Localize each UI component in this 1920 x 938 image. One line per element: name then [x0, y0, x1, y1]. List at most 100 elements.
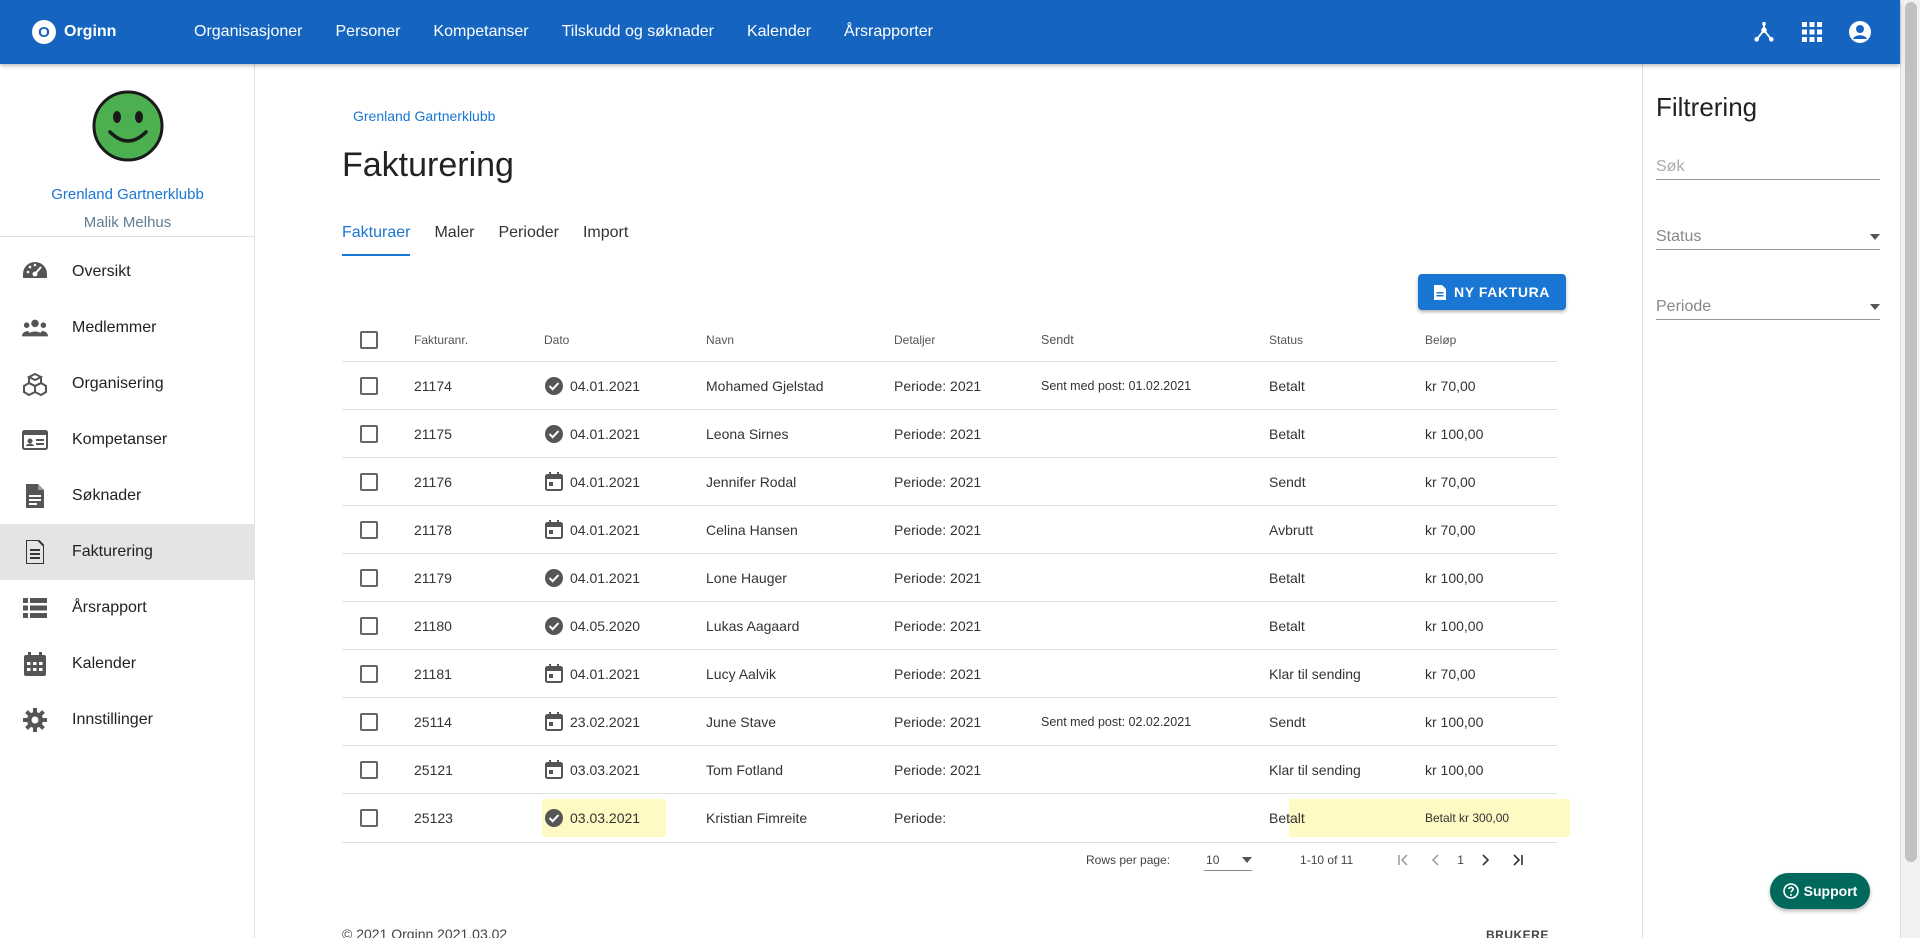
header-date[interactable]: Dato	[544, 333, 706, 347]
invoice-status: Avbrutt	[1269, 521, 1314, 538]
invoice-number: 21180	[414, 617, 452, 634]
select-all-checkbox[interactable]	[360, 330, 378, 349]
invoice-details: Periode: 2021	[894, 521, 982, 538]
row-checkbox[interactable]	[360, 520, 378, 539]
period-select[interactable]: Periode	[1656, 294, 1880, 320]
header-number[interactable]: Fakturanr.	[414, 333, 544, 347]
sidebar-item-label: Søknader	[72, 487, 142, 504]
table-row[interactable]: 21175 04.01.2021 Leona Sirnes Periode: 2021…	[342, 410, 1557, 458]
org-name[interactable]: Grenland Gartnerklubb	[0, 186, 255, 203]
invoice-amount: kr 100,00	[1425, 617, 1484, 634]
logo-text: Orginn	[64, 23, 117, 40]
table-row[interactable]: 21181 04.01.2021 Lucy Aalvik Periode: 2021 K…	[342, 650, 1557, 698]
sidebar-item-kompetanser[interactable]: Kompetanser	[0, 412, 255, 468]
new-invoice-button[interactable]: NY FAKTURA	[1418, 274, 1566, 310]
row-checkbox[interactable]	[360, 809, 378, 827]
page-scrollbar[interactable]	[1900, 0, 1920, 938]
sidebar-item-medlemmer[interactable]: Medlemmer	[0, 300, 255, 356]
rows-per-page-select[interactable]: 10	[1204, 849, 1253, 871]
page-number: 1	[1457, 853, 1464, 867]
invoice-status: Betalt	[1269, 617, 1305, 634]
sidebar-item-fakturering[interactable]: Fakturering	[0, 524, 255, 580]
account-circle-icon[interactable]	[1848, 20, 1872, 44]
app-logo[interactable]: O Orginn	[32, 20, 162, 44]
status-select[interactable]: Status	[1656, 224, 1880, 250]
table-header: Fakturanr. Dato Navn Detaljer Sendt Stat…	[342, 318, 1557, 362]
nav-organisasjoner[interactable]: Organisasjoner	[194, 23, 303, 41]
invoice-name: Mohamed Gjelstad	[706, 377, 824, 394]
nav-arsrapporter[interactable]: Årsrapporter	[844, 23, 933, 41]
user-name: Malik Melhus	[83, 214, 172, 231]
calendar-icon	[22, 651, 48, 677]
invoice-date: 04.01.2021	[570, 521, 641, 538]
tab-fakturaer[interactable]: Fakturaer	[342, 224, 411, 256]
nav-kompetanser[interactable]: Kompetanser	[433, 23, 528, 41]
table-row[interactable]: 25123 03.03.2021 Kristian Fimreite Periode:…	[342, 794, 1570, 843]
chevron-down-icon	[1242, 856, 1253, 863]
invoice-date: 03.03.2021	[570, 761, 641, 778]
row-checkbox[interactable]	[360, 760, 378, 779]
breadcrumb[interactable]: Grenland Gartnerklubb	[353, 108, 495, 124]
invoice-status: Klar til sending	[1269, 665, 1361, 682]
sidebar-item-innstillinger[interactable]: Innstillinger	[0, 692, 255, 748]
header-sent[interactable]: Sendt	[1041, 333, 1269, 347]
invoice-date: 04.01.2021	[570, 665, 641, 682]
hub-icon[interactable]	[1752, 20, 1776, 44]
calendar-icon	[544, 520, 564, 540]
invoice-date: 04.01.2021	[570, 569, 641, 586]
blocks-icon	[22, 371, 48, 397]
invoice-details: Periode: 2021	[894, 569, 982, 586]
document-add-icon	[1434, 284, 1447, 300]
support-label: Support	[1803, 883, 1858, 899]
footer-brukere-link[interactable]: BRUKERE	[1486, 928, 1549, 938]
row-checkbox[interactable]	[360, 616, 378, 635]
sidebar-item-oversikt[interactable]: Oversikt	[0, 244, 255, 300]
chevron-down-icon	[1870, 233, 1880, 240]
first-page-icon[interactable]	[1393, 850, 1413, 870]
search-field[interactable]	[1656, 154, 1880, 180]
invoice-status: Betalt	[1269, 425, 1305, 442]
sidebar-item-arsrapport[interactable]: Årsrapport	[0, 580, 255, 636]
apps-grid-icon[interactable]	[1800, 20, 1824, 44]
nav-personer[interactable]: Personer	[336, 23, 401, 41]
sidebar: Grenland Gartnerklubb Malik Melhus Overs…	[0, 64, 255, 938]
main-content: Grenland Gartnerklubb Fakturering Faktur…	[256, 64, 1642, 938]
scrollbar-thumb[interactable]	[1905, 2, 1917, 862]
row-checkbox[interactable]	[360, 424, 378, 443]
table-row[interactable]: 25121 03.03.2021 Tom Fotland Periode: 2021 K…	[342, 746, 1557, 794]
table-row[interactable]: 21174 04.01.2021 Mohamed Gjelstad Periode: …	[342, 362, 1557, 410]
table-row[interactable]: 25114 23.02.2021 June Stave Periode: 2021 Se…	[342, 698, 1557, 746]
search-input[interactable]	[1656, 157, 1880, 176]
prev-page-icon[interactable]	[1425, 850, 1445, 870]
id-card-icon	[22, 427, 48, 453]
nav-kalender[interactable]: Kalender	[747, 23, 811, 41]
tab-perioder[interactable]: Perioder	[498, 224, 558, 256]
sidebar-item-organisering[interactable]: Organisering	[0, 356, 255, 412]
tab-maler[interactable]: Maler	[434, 224, 474, 256]
invoice-details: Periode: 2021	[894, 665, 982, 682]
invoice-date: 03.03.2021	[570, 810, 641, 826]
tab-import[interactable]: Import	[583, 224, 628, 256]
header-status[interactable]: Status	[1269, 333, 1425, 347]
header-details[interactable]: Detaljer	[894, 333, 1041, 347]
sidebar-item-soknader[interactable]: Søknader	[0, 468, 255, 524]
support-button[interactable]: Support	[1770, 873, 1870, 909]
header-name[interactable]: Navn	[706, 333, 894, 347]
row-checkbox[interactable]	[360, 568, 378, 587]
row-checkbox[interactable]	[360, 664, 378, 683]
nav-tilskudd[interactable]: Tilskudd og søknader	[562, 23, 714, 41]
table-row[interactable]: 21178 04.01.2021 Celina Hansen Periode: 202…	[342, 506, 1557, 554]
sidebar-item-kalender[interactable]: Kalender	[0, 636, 255, 692]
row-checkbox[interactable]	[360, 712, 378, 731]
header-amount[interactable]: Beløp	[1425, 333, 1557, 347]
row-checkbox[interactable]	[360, 472, 378, 491]
row-checkbox[interactable]	[360, 376, 378, 395]
invoice-name: Kristian Fimreite	[706, 810, 808, 826]
next-page-icon[interactable]	[1476, 850, 1496, 870]
table-row[interactable]: 21179 04.01.2021 Lone Hauger Periode: 2021 B…	[342, 554, 1557, 602]
invoice-amount: Betalt kr 300,00	[1425, 811, 1510, 825]
invoice-details: Periode:	[894, 810, 947, 826]
table-row[interactable]: 21180 04.05.2020 Lukas Aagaard Periode: 202…	[342, 602, 1557, 650]
table-row[interactable]: 21176 04.01.2021 Jennifer Rodal Periode: 20…	[342, 458, 1557, 506]
last-page-icon[interactable]	[1508, 850, 1528, 870]
